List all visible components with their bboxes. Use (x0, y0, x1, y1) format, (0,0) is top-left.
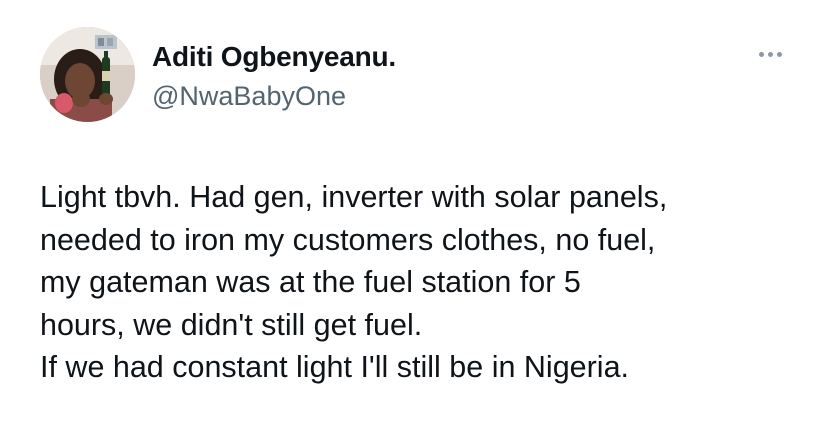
more-horizontal-icon (758, 51, 764, 57)
tweet-card: Aditi Ogbenyeanu. @NwaBabyOne Light tbvh… (0, 0, 829, 448)
tweet-text-line: my gateman was at the fuel station for 5 (40, 265, 581, 299)
author-handle[interactable]: @NwaBabyOne (152, 80, 346, 113)
author-display-name[interactable]: Aditi Ogbenyeanu. (152, 40, 396, 74)
avatar-photo-icon (40, 27, 135, 122)
tweet-text-line: hours, we didn't still get fuel. (40, 307, 423, 342)
more-horizontal-icon (776, 51, 782, 57)
more-horizontal-icon (767, 51, 773, 57)
tweet-text: Light tbvh. Had gen, inverter with solar… (40, 176, 815, 389)
tweet-text-line: Light tbvh. Had gen, inverter with solar… (40, 180, 668, 214)
avatar[interactable] (40, 27, 135, 122)
more-options-button[interactable] (752, 42, 788, 66)
tweet-text-line: If we had constant light I'll still be i… (40, 350, 630, 384)
tweet-text-line: needed to iron my customers clothes, no … (40, 222, 656, 257)
